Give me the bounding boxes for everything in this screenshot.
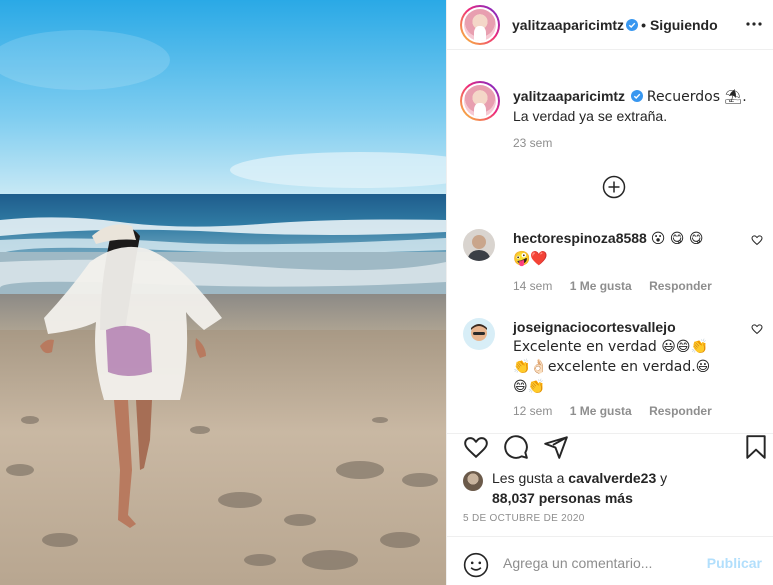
author-username-link[interactable]: yalitzaaparicimtz bbox=[512, 17, 624, 33]
add-comment-bar: Publicar bbox=[447, 536, 773, 585]
likes-prefix: Les gusta a bbox=[492, 470, 569, 486]
caption-username-link[interactable]: yalitzaaparicimtz bbox=[513, 88, 625, 104]
comment-body: hectorespinoza8588 😮 😋 😋 🤪❤️ bbox=[513, 229, 738, 269]
heart-icon[interactable] bbox=[751, 234, 763, 246]
likes-mid: y bbox=[656, 470, 668, 486]
post-header: yalitzaaparicimtz • Siguiendo bbox=[447, 0, 773, 50]
verified-badge-icon bbox=[626, 18, 639, 31]
commenter-username-link[interactable]: joseignaciocortesvallejo bbox=[513, 319, 676, 335]
comment-meta: 12 sem 1 Me gusta Responder bbox=[513, 404, 726, 418]
likes-count-link[interactable]: 88,037 personas más bbox=[492, 490, 633, 506]
comment-text-line2: 👏👌🏻excelente en verdad.😃 bbox=[513, 359, 711, 375]
more-options-icon[interactable] bbox=[746, 16, 762, 32]
commenter-avatar[interactable] bbox=[463, 318, 495, 350]
comment-timestamp[interactable]: 12 sem bbox=[513, 404, 552, 418]
beach-photo-image bbox=[0, 0, 446, 585]
caption-timestamp[interactable]: 23 sem bbox=[513, 136, 552, 150]
reply-button[interactable]: Responder bbox=[649, 279, 712, 293]
following-button[interactable]: Siguiendo bbox=[650, 17, 718, 33]
comment-text-line3: 😄👏 bbox=[513, 379, 546, 395]
likes-text: Les gusta a cavalverde23 y 88,037 person… bbox=[492, 468, 667, 508]
commenter-username-link[interactable]: hectorespinoza8588 bbox=[513, 230, 647, 246]
liker-username-link[interactable]: cavalverde23 bbox=[568, 470, 656, 486]
comment-timestamp[interactable]: 14 sem bbox=[513, 279, 552, 293]
comment-meta: 14 sem 1 Me gusta Responder bbox=[513, 279, 726, 293]
caption-text-block: yalitzaaparicimtz Recuerdos ⛱. La verdad… bbox=[513, 87, 763, 126]
comment-body: joseignaciocortesvallejo Excelente en ve… bbox=[513, 318, 738, 397]
comment-likes-count[interactable]: 1 Me gusta bbox=[570, 279, 632, 293]
heart-icon[interactable] bbox=[463, 434, 489, 460]
publish-button[interactable]: Publicar bbox=[707, 555, 762, 571]
heart-icon[interactable] bbox=[751, 323, 763, 335]
post-date[interactable]: 5 DE OCTUBRE DE 2020 bbox=[463, 513, 585, 524]
verified-badge-icon bbox=[630, 90, 643, 102]
caption-avatar[interactable] bbox=[460, 81, 500, 121]
caption-text-line1: Recuerdos ⛱. bbox=[646, 89, 747, 105]
liker-avatar[interactable] bbox=[463, 471, 483, 491]
post-photo[interactable] bbox=[0, 0, 446, 585]
action-bar bbox=[447, 433, 773, 465]
plus-circle-icon[interactable] bbox=[602, 175, 626, 199]
comment-input[interactable] bbox=[503, 551, 703, 575]
paper-plane-icon[interactable] bbox=[543, 434, 569, 460]
caption-text-line2: La verdad ya se extraña. bbox=[513, 108, 668, 124]
header-separator: • bbox=[641, 16, 646, 33]
comments-scroll-area[interactable]: yalitzaaparicimtz Recuerdos ⛱. La verdad… bbox=[447, 65, 773, 433]
author-avatar[interactable] bbox=[460, 4, 500, 45]
bookmark-icon[interactable] bbox=[743, 434, 769, 460]
comment-likes-count[interactable]: 1 Me gusta bbox=[570, 404, 632, 418]
comment-icon[interactable] bbox=[503, 434, 529, 460]
comment-text-line1: 😮 😋 😋 bbox=[650, 231, 704, 247]
post-side-panel: yalitzaaparicimtz • Siguiendo yalitzaapa… bbox=[446, 0, 773, 585]
commenter-avatar[interactable] bbox=[463, 229, 495, 261]
comment-text-line1: Excelente en verdad 😃😄👏 bbox=[513, 339, 708, 355]
reply-button[interactable]: Responder bbox=[649, 404, 712, 418]
emoji-face-icon[interactable] bbox=[463, 552, 489, 578]
comment-text-line2: 🤪❤️ bbox=[513, 251, 548, 267]
